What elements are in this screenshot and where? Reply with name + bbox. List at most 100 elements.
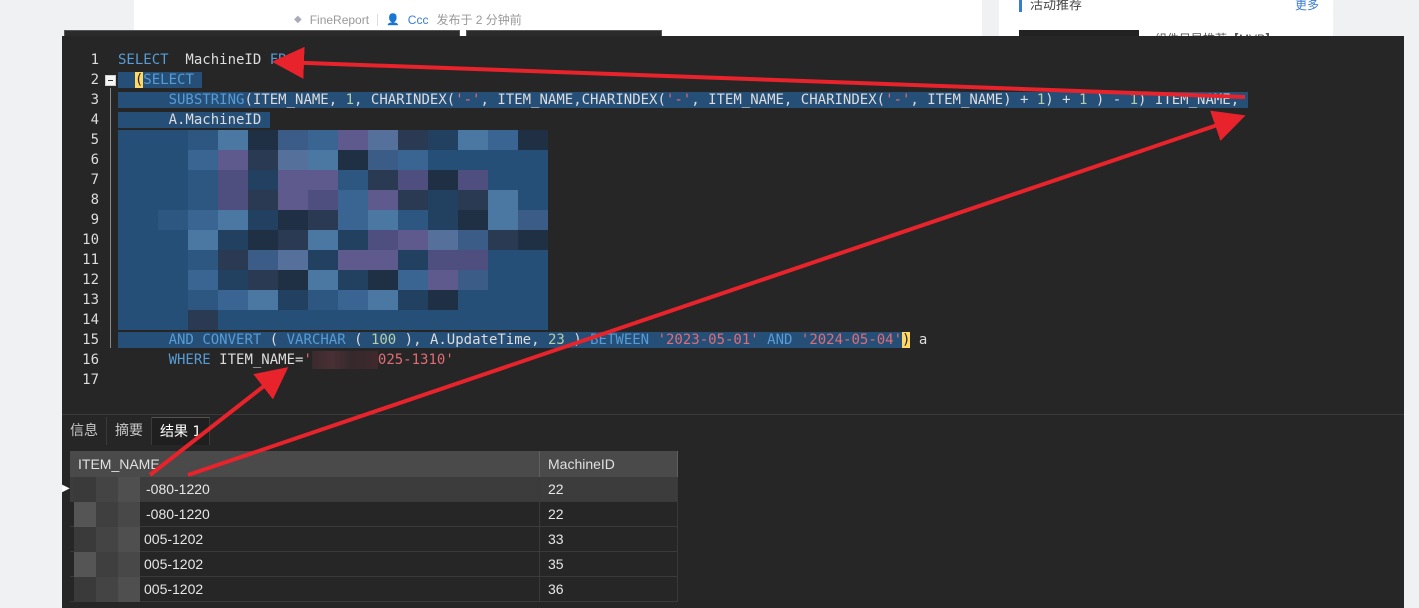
line-number-gutter: 1 2 3 4 5 6 7 8 9 10 11 12 13 14 15 16 17 — [62, 50, 102, 410]
cell-machine-id[interactable]: 22 — [540, 477, 678, 501]
sql-editor[interactable]: 1 2 3 4 5 6 7 8 9 10 11 12 13 14 15 16 17 SELECT Machine… — [62, 50, 1404, 410]
post-tag[interactable]: FineReport — [310, 13, 369, 27]
grid-header: ITEM_NAME MachineID — [70, 451, 678, 477]
pixel-block — [368, 290, 398, 310]
pixel-block — [518, 250, 548, 270]
pixel-block — [218, 170, 248, 190]
line-number: 3 — [90, 92, 99, 108]
cell-machine-id[interactable]: 33 — [540, 527, 678, 551]
pixel-block — [458, 310, 488, 330]
cell-item-name[interactable]: -080-1220 — [70, 502, 540, 526]
pixel-block — [488, 310, 518, 330]
pixel-block — [428, 130, 458, 150]
line-number: 9 — [90, 212, 99, 228]
pixel-block — [488, 210, 518, 230]
table-row[interactable]: 005-1202 36 — [70, 577, 678, 602]
pixel-block — [398, 270, 428, 290]
keyword: FROM — [269, 52, 304, 68]
pixel-block — [518, 190, 548, 210]
pixel-block — [338, 230, 368, 250]
pixel-block — [248, 230, 278, 250]
line-number: 2 — [90, 72, 99, 88]
pixel-block — [338, 170, 368, 190]
table-row[interactable]: -080-1220 22 — [70, 477, 678, 502]
code-token: ) — [564, 332, 591, 348]
pixel-block — [248, 210, 278, 230]
line-number: 16 — [82, 352, 99, 368]
cell-machine-id[interactable]: 35 — [540, 552, 678, 576]
pixel-block — [428, 210, 458, 230]
code-token: ) - — [1087, 92, 1130, 108]
pixel-block — [278, 250, 308, 270]
pixel-block — [158, 170, 188, 190]
cell-item-name[interactable]: 005-1202 — [70, 527, 540, 551]
cell-item-name[interactable]: 005-1202 — [70, 552, 540, 576]
cell-item-name[interactable]: -080-1220 — [70, 477, 540, 501]
table-row[interactable]: 005-1202 33 — [70, 527, 678, 552]
pixel-block — [368, 150, 398, 170]
pixel-block — [518, 310, 548, 330]
cell-item-name[interactable]: 005-1202 — [70, 577, 540, 601]
column-header-machine-id[interactable]: MachineID — [540, 451, 678, 477]
background-sidebar: 活动推荐 更多 组件目导推荐【MVP】 — [999, 0, 1333, 46]
code-token: A.MachineID — [168, 112, 262, 128]
pixel-block — [308, 170, 338, 190]
pixel-block — [218, 250, 248, 270]
pixel-block — [488, 290, 518, 310]
pixel-block — [248, 310, 278, 330]
pixel-block — [96, 477, 118, 502]
pixel-block — [74, 527, 96, 552]
pixel-block — [368, 270, 398, 290]
pixel-block — [458, 230, 488, 250]
pixel-block — [458, 290, 488, 310]
tab-result-1[interactable]: 结果 1 — [152, 417, 211, 445]
code-token: ITEM_NAME= — [210, 352, 304, 368]
pixel-block — [428, 150, 458, 170]
pixel-block — [158, 270, 188, 290]
pixel-block — [218, 310, 248, 330]
pixel-block — [338, 150, 368, 170]
pixel-block — [428, 310, 458, 330]
tab-summary[interactable]: 摘要 — [107, 417, 152, 445]
code-line-16: WHERE ITEM_NAME=' 025-1310' — [118, 350, 454, 370]
pixel-block — [118, 527, 140, 552]
pixel-block — [96, 552, 118, 577]
pixel-block — [458, 210, 488, 230]
table-alias: a — [910, 332, 928, 348]
column-name: MachineID — [168, 52, 270, 68]
fold-toggle[interactable] — [105, 75, 116, 86]
pixel-block — [308, 250, 338, 270]
sidebar-more-link[interactable]: 更多 — [1295, 0, 1319, 13]
pixel-block — [398, 310, 428, 330]
code-token: , CHARINDEX( — [354, 92, 456, 108]
code-line-1: SELECT MachineID FROM — [118, 50, 303, 70]
table-row[interactable]: 005-1202 35 — [70, 552, 678, 577]
pixel-block — [248, 130, 278, 150]
pixel-block — [218, 130, 248, 150]
pixel-block — [308, 150, 338, 170]
code-token: (ITEM_NAME, — [244, 92, 346, 108]
pixel-block — [278, 130, 308, 150]
tab-info[interactable]: 信息 — [62, 417, 107, 445]
pixel-block — [518, 230, 548, 250]
user-icon: 👤 — [386, 14, 400, 26]
cell-machine-id[interactable]: 36 — [540, 577, 678, 601]
pixel-block — [278, 210, 308, 230]
table-row[interactable]: -080-1220 22 — [70, 502, 678, 527]
pixel-block — [518, 290, 548, 310]
number-token: 1 — [1036, 92, 1046, 108]
number-token: 1 — [1129, 92, 1139, 108]
pixel-block — [218, 150, 248, 170]
pixel-block — [218, 230, 248, 250]
pixel-block — [248, 170, 278, 190]
pixel-block — [278, 170, 308, 190]
pixel-block — [308, 290, 338, 310]
line-number: 12 — [82, 272, 99, 288]
pixel-block — [428, 250, 458, 270]
pixel-block — [368, 210, 398, 230]
post-author[interactable]: Ccc — [408, 13, 429, 27]
pixel-block — [458, 130, 488, 150]
cell-machine-id[interactable]: 22 — [540, 502, 678, 526]
pixel-block — [74, 577, 96, 602]
column-header-item-name[interactable]: ITEM_NAME — [70, 451, 540, 477]
